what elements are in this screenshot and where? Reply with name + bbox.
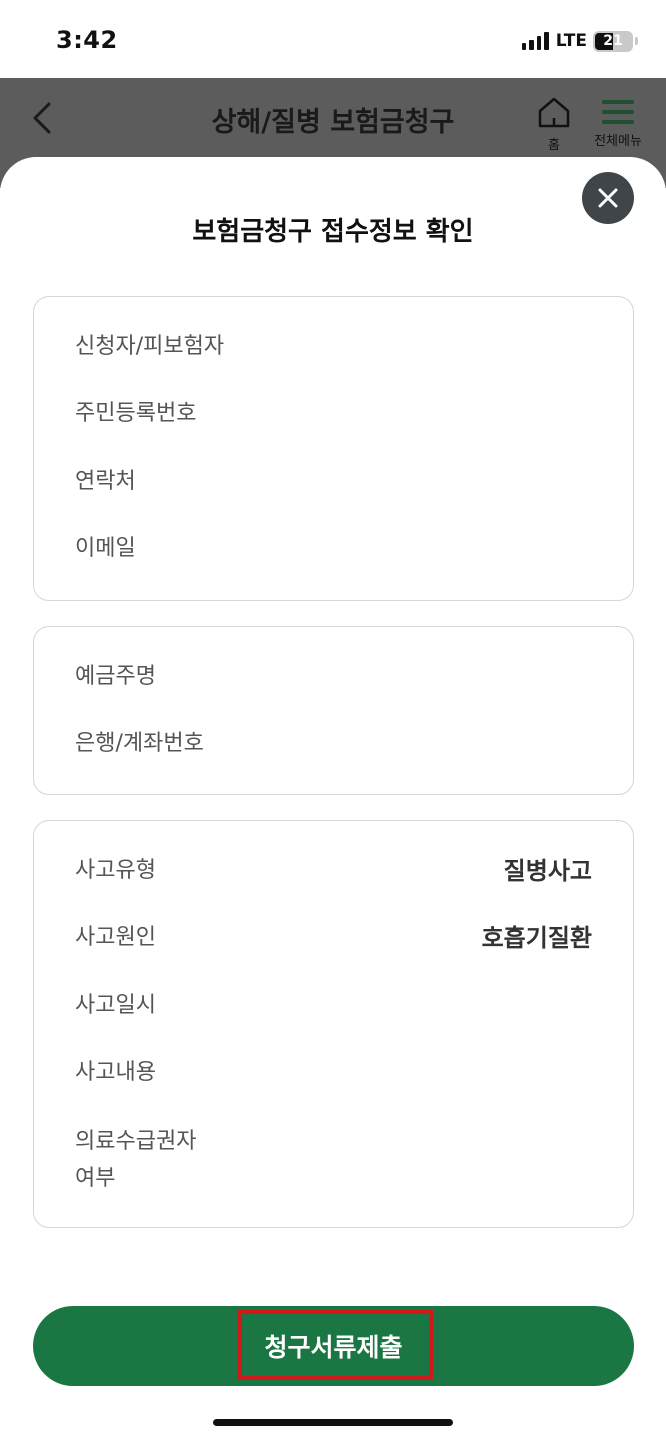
medical-aid-label: 의료수급권자 여부 bbox=[75, 1129, 197, 1191]
info-row: 이메일 bbox=[75, 532, 592, 566]
sheet-title: 보험금청구 접수정보 확인 bbox=[192, 217, 474, 247]
accident-date-label: 사고일시 bbox=[75, 993, 156, 1018]
close-icon bbox=[598, 188, 618, 208]
menu-label: 전체메뉴 bbox=[594, 134, 642, 149]
accident-type-label: 사고유형 bbox=[75, 858, 156, 883]
network-type: LTE bbox=[555, 31, 587, 51]
applicant-info-card: 신청자/피보험자 주민등록번호 연락처 이메일 bbox=[33, 296, 634, 601]
info-row: 의료수급권자 여부 bbox=[75, 1123, 592, 1197]
status-time: 3:42 bbox=[56, 26, 118, 54]
info-row: 연락처 bbox=[75, 465, 592, 499]
account-holder-label: 예금주명 bbox=[75, 664, 156, 689]
applicant-name-label: 신청자/피보험자 bbox=[75, 334, 225, 359]
accident-detail-label: 사고내용 bbox=[75, 1060, 156, 1085]
contact-label: 연락처 bbox=[75, 469, 136, 494]
battery-level: 21 bbox=[603, 33, 623, 49]
home-label: 홈 bbox=[548, 138, 560, 153]
highlight-annotation bbox=[238, 1310, 433, 1380]
home-indicator bbox=[213, 1419, 453, 1426]
signal-icon bbox=[521, 32, 549, 50]
home-button[interactable]: 홈 bbox=[532, 96, 576, 153]
hamburger-icon bbox=[602, 100, 634, 124]
battery-icon: 21 bbox=[593, 30, 633, 52]
resident-number-label: 주민등록번호 bbox=[75, 401, 197, 426]
accident-type-value: 질병사고 bbox=[503, 857, 592, 885]
info-row: 주민등록번호 bbox=[75, 397, 592, 431]
home-icon bbox=[538, 97, 570, 128]
info-row: 신청자/피보험자 bbox=[75, 330, 592, 364]
accident-cause-value: 호흡기질환 bbox=[481, 924, 592, 952]
status-bar: 3:42 LTE 21 bbox=[0, 0, 666, 78]
info-row: 사고원인 호흡기질환 bbox=[75, 921, 592, 955]
accident-info-card: 사고유형 질병사고 사고원인 호흡기질환 사고일시 사고내용 의료수급권자 여부 bbox=[33, 820, 634, 1228]
info-row: 은행/계좌번호 bbox=[75, 727, 592, 761]
info-row: 사고유형 질병사고 bbox=[75, 854, 592, 888]
status-indicators: LTE 21 bbox=[521, 30, 638, 52]
info-row: 예금주명 bbox=[75, 660, 592, 694]
account-info-card: 예금주명 은행/계좌번호 bbox=[33, 626, 634, 795]
accident-cause-label: 사고원인 bbox=[75, 925, 156, 950]
info-row: 사고내용 bbox=[75, 1056, 592, 1090]
info-row: 사고일시 bbox=[75, 989, 592, 1023]
claim-confirm-sheet: 보험금청구 접수정보 확인 신청자/피보험자 주민등록번호 연락처 이메일 예금… bbox=[0, 157, 666, 1440]
bank-account-label: 은행/계좌번호 bbox=[75, 731, 204, 756]
menu-button[interactable]: 전체메뉴 bbox=[586, 96, 650, 152]
email-label: 이메일 bbox=[75, 536, 136, 561]
